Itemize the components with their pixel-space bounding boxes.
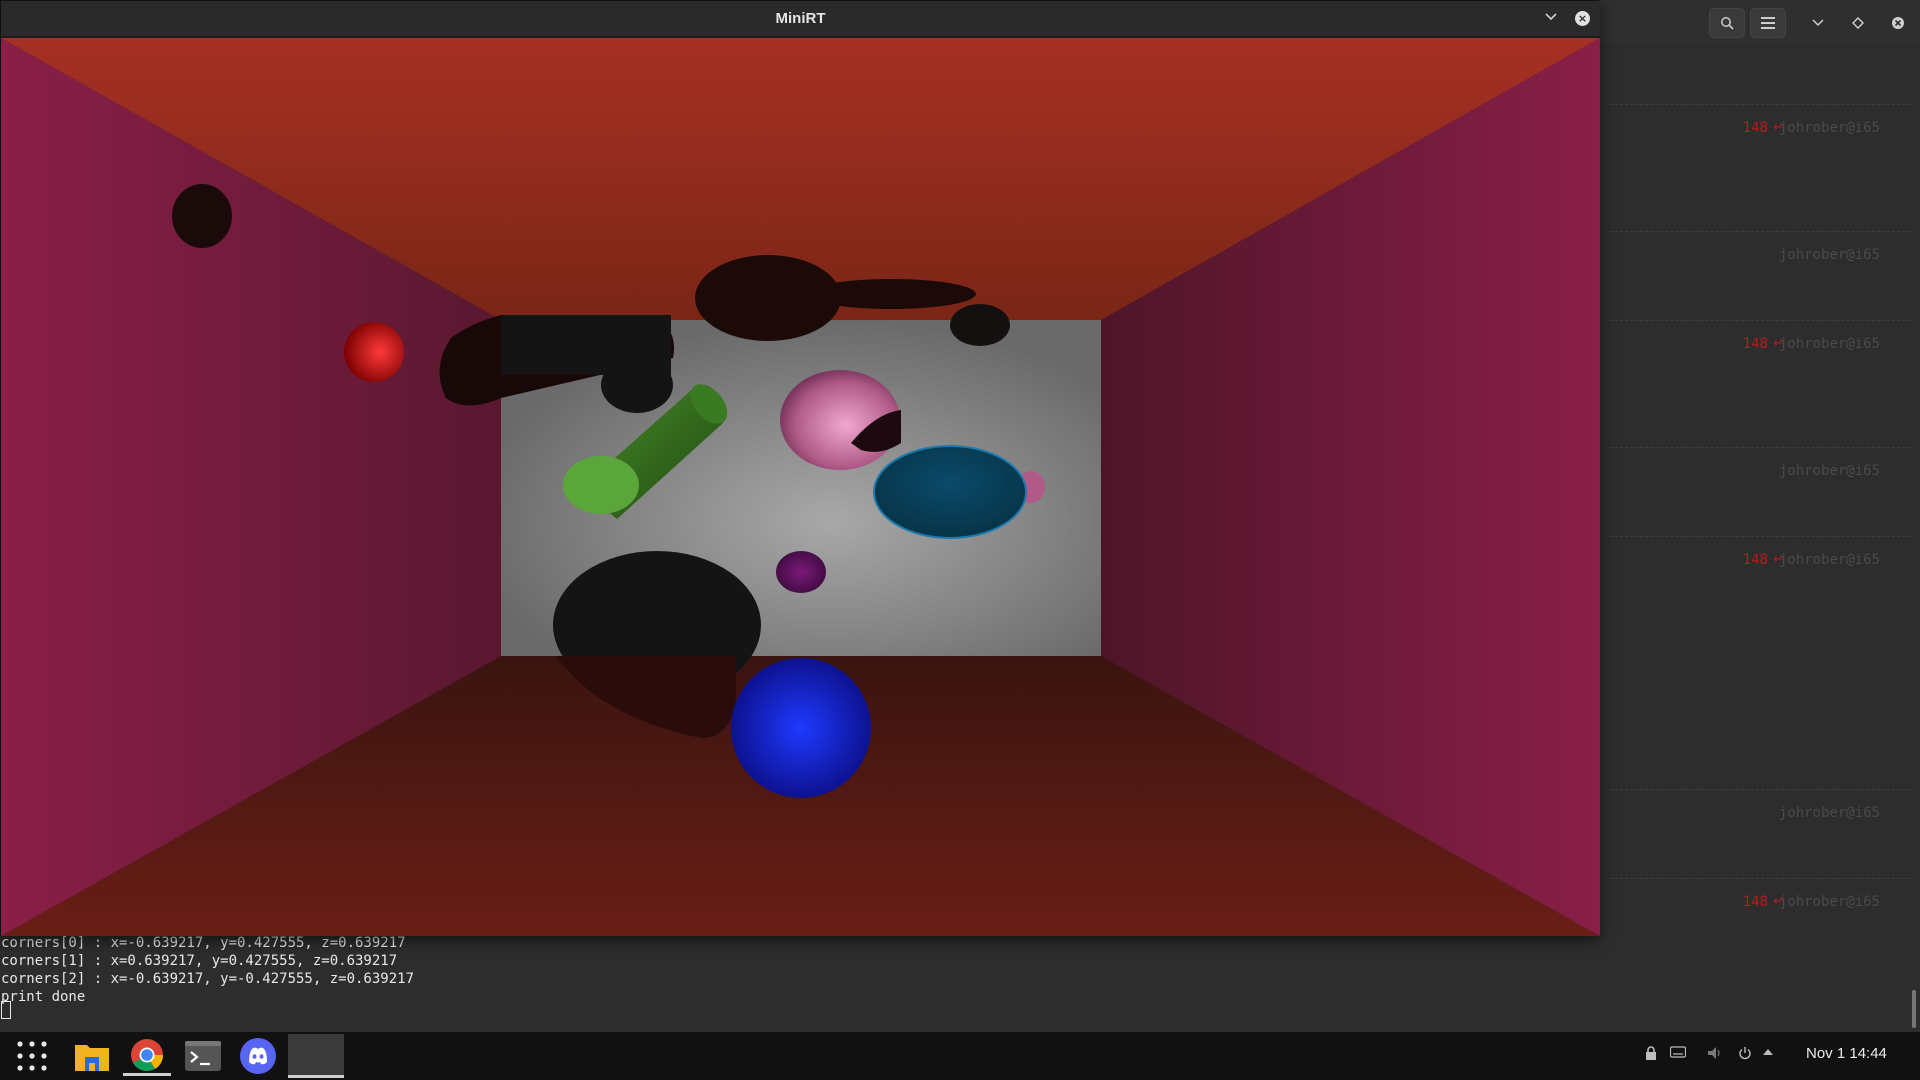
keyboard-icon[interactable]: [1669, 1046, 1687, 1062]
exit-code: 148: [1742, 120, 1768, 136]
minirt-window: MiniRT ×: [0, 0, 1600, 936]
prompt-line: johrober@i65: [1610, 231, 1910, 267]
exit-code: 148: [1742, 894, 1768, 910]
active-window-button[interactable]: [288, 1034, 344, 1078]
raytraced-scene: [1, 38, 1600, 936]
prompt-user: johrober@i65: [1778, 336, 1880, 352]
lock-icon[interactable]: [1645, 1046, 1657, 1064]
volume-icon[interactable]: [1707, 1046, 1723, 1064]
red-sphere: [344, 322, 404, 382]
app-grid-icon[interactable]: [8, 1036, 56, 1076]
chrome-icon[interactable]: [123, 1036, 171, 1076]
chevron-down-icon[interactable]: [1800, 8, 1836, 38]
power-icon[interactable]: [1738, 1046, 1752, 1064]
prompt-user: johrober@i65: [1778, 463, 1880, 479]
prompt-user: johrober@i65: [1778, 894, 1880, 910]
shadow: [601, 357, 673, 413]
terminal-output: corners[0] : x=-0.639217, y=0.427555, z=…: [1, 934, 414, 1006]
prompt-line: johrober@i65: [1610, 447, 1910, 483]
output-line: corners[1] : x=0.639217, y=0.427555, z=0…: [1, 953, 398, 969]
blue-sphere: [731, 658, 871, 798]
terminal-headerbar: [1600, 0, 1920, 44]
prompt-line: 148 ↵ johrober@i65: [1610, 536, 1910, 572]
prompt-user: johrober@i65: [1778, 552, 1880, 568]
prompt-user: johrober@i65: [1778, 247, 1880, 263]
window-title: MiniRT: [775, 10, 826, 27]
shadow: [806, 279, 976, 309]
close-icon[interactable]: [1880, 8, 1916, 38]
window-titlebar[interactable]: MiniRT ×: [1, 1, 1600, 37]
output-line: print done: [1, 989, 86, 1005]
shadow: [950, 304, 1010, 346]
shadow: [172, 184, 232, 248]
prompt-line: 148 ↵ johrober@i65: [1610, 878, 1910, 914]
exit-code: 148: [1742, 336, 1768, 352]
prompt-line: 148 ↵ johrober@i65: [1610, 320, 1910, 356]
output-line: corners[2] : x=-0.639217, y=-0.427555, z…: [1, 971, 415, 987]
triangle-up-icon[interactable]: [1762, 1046, 1774, 1062]
prompt-line: johrober@i65: [1610, 789, 1910, 825]
prompt-user: johrober@i65: [1778, 120, 1880, 136]
discord-icon[interactable]: [234, 1036, 282, 1076]
clock[interactable]: Nov 1 14:44: [1806, 1045, 1887, 1062]
terminal-cursor: [1, 1001, 11, 1019]
prompt-user: johrober@i65: [1778, 805, 1880, 821]
blue-disk: [873, 445, 1027, 539]
terminal-scrollbar[interactable]: [1912, 990, 1916, 1028]
prompt-line: 148 ↵ johrober@i65: [1610, 104, 1910, 140]
purple-sphere: [776, 551, 826, 593]
search-icon[interactable]: [1709, 8, 1745, 38]
file-manager-icon[interactable]: [68, 1036, 116, 1076]
output-line: corners[0] : x=-0.639217, y=0.427555, z=…: [1, 935, 406, 951]
hamburger-menu-icon[interactable]: [1750, 8, 1786, 38]
close-icon[interactable]: ×: [1575, 11, 1590, 26]
diamond-icon[interactable]: [1840, 8, 1876, 38]
terminal-icon[interactable]: [179, 1036, 227, 1076]
chevron-down-icon[interactable]: [1544, 7, 1558, 31]
exit-code: 148: [1742, 552, 1768, 568]
taskbar: Nov 1 14:44: [0, 1032, 1920, 1080]
